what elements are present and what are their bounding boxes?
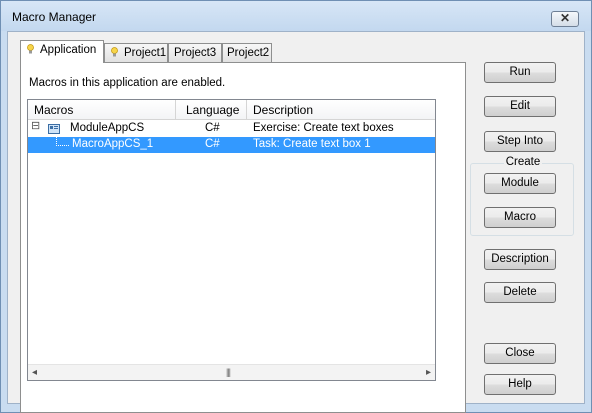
macro-language: C# (205, 122, 220, 134)
close-window-button[interactable]: ✕ (551, 11, 579, 27)
create-group-label: Create (503, 156, 543, 168)
module-icon (48, 124, 60, 134)
close-button[interactable]: Close (484, 343, 556, 364)
macros-list[interactable]: Macros Language Description ⊟ ModuleAppC… (27, 99, 436, 381)
column-header-macros[interactable]: Macros (28, 100, 176, 120)
macro-description: Exercise: Create text boxes (253, 122, 394, 134)
collapse-icon[interactable]: ⊟ (31, 121, 41, 132)
scroll-left-icon[interactable]: ◂ (32, 365, 37, 380)
column-header-language[interactable]: Language (176, 100, 247, 120)
list-row-moduleappcs[interactable]: ⊟ ModuleAppCS C# Exercise: Create text b… (28, 121, 435, 137)
description-button[interactable]: Description (484, 249, 556, 270)
title-bar[interactable]: Macro Manager ✕ (1, 1, 591, 31)
column-header-description[interactable]: Description (247, 100, 435, 120)
macro-description: Task: Create text box 1 (253, 138, 371, 150)
tree-connector (56, 137, 69, 146)
list-row-macroappcs-1[interactable]: MacroAppCS_1 C# Task: Create text box 1 (28, 137, 435, 153)
lightbulb-icon (27, 44, 34, 54)
tab-project3-label: Project3 (174, 47, 217, 59)
delete-button[interactable]: Delete (484, 282, 556, 303)
tab-application-label: Application (40, 44, 97, 56)
edit-button[interactable]: Edit (484, 96, 556, 117)
help-button[interactable]: Help (484, 374, 556, 395)
tab-project2-label: Project2 (227, 47, 270, 59)
scroll-right-icon[interactable]: ▸ (426, 365, 431, 380)
scroll-grip-icon[interactable]: ||| (226, 365, 231, 380)
macros-enabled-message: Macros in this application are enabled. (29, 77, 226, 89)
tab-project2[interactable]: Project2 (222, 43, 272, 63)
macro-language: C# (205, 138, 220, 150)
application-tab-panel: Macros in this application are enabled. … (20, 62, 466, 413)
run-button[interactable]: Run (484, 62, 556, 83)
tab-application[interactable]: Application (20, 40, 104, 63)
close-icon: ✕ (559, 11, 571, 25)
module-button[interactable]: Module (484, 173, 556, 194)
macro-manager-window: Macro Manager ✕ Application Project1 Pro… (0, 0, 592, 413)
window-title: Macro Manager (12, 10, 97, 24)
tab-project1-label: Project1 (124, 47, 167, 59)
dialog-client-area: Application Project1 Project3 Project2 M… (7, 31, 585, 413)
horizontal-scrollbar[interactable]: ◂ ||| ▸ (28, 364, 435, 380)
macro-name: ModuleAppCS (70, 122, 145, 134)
tab-project3[interactable]: Project3 (168, 43, 222, 63)
tab-project1[interactable]: Project1 (104, 43, 168, 63)
macro-button[interactable]: Macro (484, 207, 556, 228)
lightbulb-icon (111, 47, 118, 57)
step-into-button[interactable]: Step Into (484, 131, 556, 152)
macro-name: MacroAppCS_1 (72, 138, 154, 150)
